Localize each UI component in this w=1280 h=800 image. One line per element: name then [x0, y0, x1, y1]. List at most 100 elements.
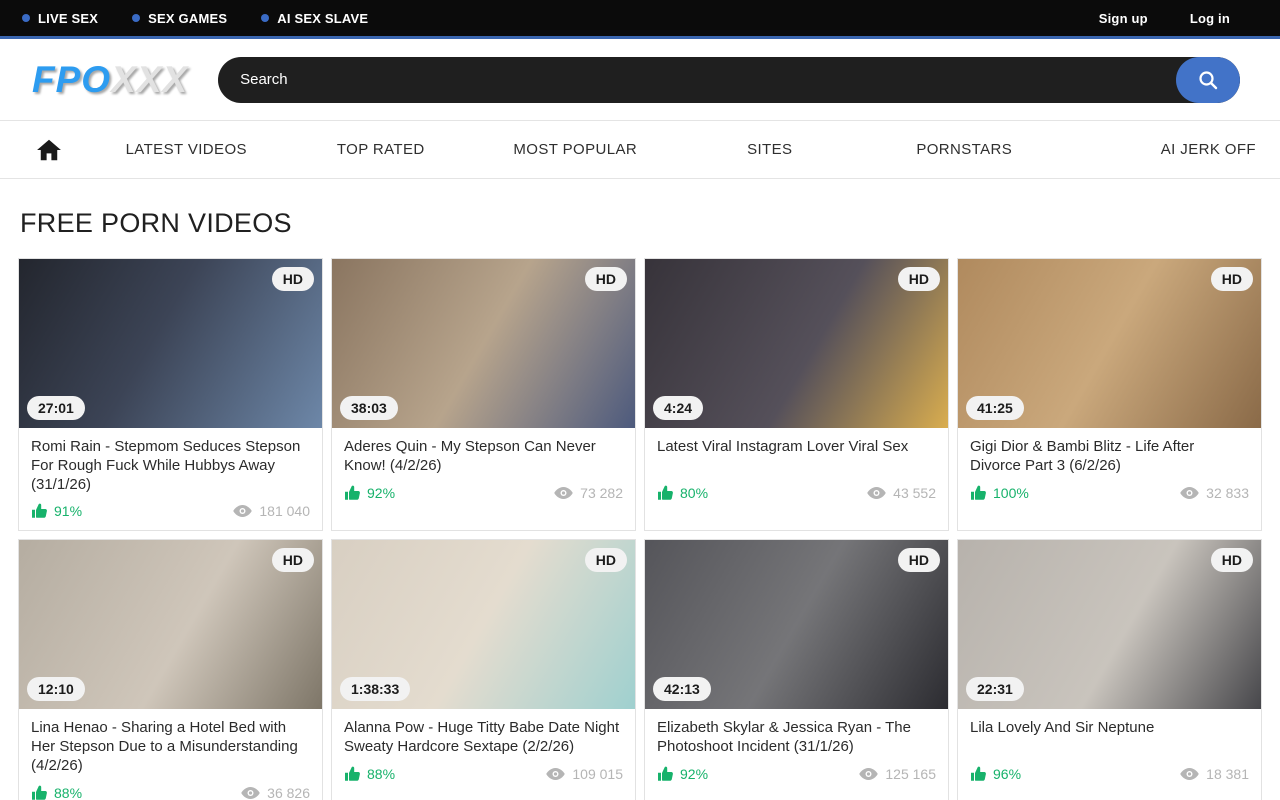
video-thumbnail[interactable]: HD 4:24 [645, 259, 948, 428]
video-thumbnail[interactable]: HD 22:31 [958, 540, 1261, 709]
eye-icon [241, 786, 260, 800]
views-value: 181 040 [259, 503, 310, 519]
rating-value: 92% [680, 766, 708, 782]
rating-badge: 96% [970, 766, 1021, 782]
video-card[interactable]: HD 1:38:33 Alanna Pow - Huge Titty Babe … [331, 539, 636, 800]
nav-item-latest-videos[interactable]: LATEST VIDEOS [89, 141, 284, 158]
video-title[interactable]: Lina Henao - Sharing a Hotel Bed with He… [31, 719, 310, 775]
eye-icon [1180, 767, 1199, 781]
rating-value: 91% [54, 503, 82, 519]
video-card[interactable]: HD 22:31 Lila Lovely And Sir Neptune 96% [957, 539, 1262, 800]
video-thumbnail[interactable]: HD 12:10 [19, 540, 322, 709]
site-logo[interactable]: FPOXXX [32, 59, 188, 101]
nav-item-sites[interactable]: SITES [673, 141, 868, 158]
views-counter: 181 040 [233, 503, 310, 519]
video-card[interactable]: HD 41:25 Gigi Dior & Bambi Blitz - Life … [957, 258, 1262, 531]
views-counter: 43 552 [867, 485, 936, 501]
video-thumbnail[interactable]: HD 1:38:33 [332, 540, 635, 709]
rating-value: 88% [54, 785, 82, 800]
video-grid: HD 27:01 Romi Rain - Stepmom Seduces Ste… [18, 258, 1262, 800]
video-title[interactable]: Lila Lovely And Sir Neptune [970, 719, 1249, 757]
views-value: 43 552 [893, 485, 936, 501]
video-title[interactable]: Romi Rain - Stepmom Seduces Stepson For … [31, 438, 310, 494]
search-bar [218, 57, 1240, 103]
video-card[interactable]: HD 12:10 Lina Henao - Sharing a Hotel Be… [18, 539, 323, 800]
promo-topbar: LIVE SEX SEX GAMES AI SEX SLAVE Sign up … [0, 0, 1280, 39]
video-stats: 92% 125 165 [657, 766, 936, 782]
rating-value: 92% [367, 485, 395, 501]
account-links: Sign up Log in [1099, 11, 1258, 26]
logo-text-fpo: FPO [32, 59, 111, 100]
bullet-dot-icon [22, 14, 30, 22]
video-thumbnail[interactable]: HD 42:13 [645, 540, 948, 709]
login-link[interactable]: Log in [1190, 11, 1230, 26]
thumbs-up-icon [970, 766, 987, 782]
video-stats: 88% 109 015 [344, 766, 623, 782]
video-card[interactable]: HD 42:13 Elizabeth Skylar & Jessica Ryan… [644, 539, 949, 800]
promo-link-label: AI SEX SLAVE [277, 11, 368, 26]
search-button[interactable] [1176, 57, 1240, 103]
video-card[interactable]: HD 27:01 Romi Rain - Stepmom Seduces Ste… [18, 258, 323, 531]
video-info: Romi Rain - Stepmom Seduces Stepson For … [19, 428, 322, 530]
video-thumbnail[interactable]: HD 41:25 [958, 259, 1261, 428]
views-value: 32 833 [1206, 485, 1249, 501]
eye-icon [867, 486, 886, 500]
eye-icon [546, 767, 565, 781]
promo-link-live-sex[interactable]: LIVE SEX [22, 11, 98, 26]
hd-badge: HD [898, 267, 940, 291]
hd-badge: HD [272, 548, 314, 572]
rating-badge: 100% [970, 485, 1029, 501]
video-info: Elizabeth Skylar & Jessica Ryan - The Ph… [645, 709, 948, 793]
rating-value: 88% [367, 766, 395, 782]
video-info: Gigi Dior & Bambi Blitz - Life After Div… [958, 428, 1261, 512]
thumbs-up-icon [344, 485, 361, 501]
rating-badge: 88% [344, 766, 395, 782]
video-info: Alanna Pow - Huge Titty Babe Date Night … [332, 709, 635, 793]
hd-badge: HD [898, 548, 940, 572]
signup-link[interactable]: Sign up [1099, 11, 1148, 26]
rating-badge: 80% [657, 485, 708, 501]
views-value: 73 282 [580, 485, 623, 501]
video-title[interactable]: Gigi Dior & Bambi Blitz - Life After Div… [970, 438, 1249, 476]
video-card[interactable]: HD 4:24 Latest Viral Instagram Lover Vir… [644, 258, 949, 531]
video-stats: 80% 43 552 [657, 485, 936, 501]
duration-badge: 4:24 [653, 396, 703, 420]
video-title[interactable]: Aderes Quin - My Stepson Can Never Know!… [344, 438, 623, 476]
promo-link-sex-games[interactable]: SEX GAMES [132, 11, 227, 26]
duration-badge: 12:10 [27, 677, 85, 701]
video-info: Lina Henao - Sharing a Hotel Bed with He… [19, 709, 322, 800]
duration-badge: 42:13 [653, 677, 711, 701]
rating-value: 96% [993, 766, 1021, 782]
rating-badge: 92% [344, 485, 395, 501]
eye-icon [554, 486, 573, 500]
video-thumbnail[interactable]: HD 27:01 [19, 259, 322, 428]
nav-item-top-rated[interactable]: TOP RATED [284, 141, 479, 158]
hd-badge: HD [272, 267, 314, 291]
views-counter: 18 381 [1180, 766, 1249, 782]
video-stats: 100% 32 833 [970, 485, 1249, 501]
video-thumbnail[interactable]: HD 38:03 [332, 259, 635, 428]
rating-badge: 88% [31, 785, 82, 800]
main-nav: LATEST VIDEOS TOP RATED MOST POPULAR SIT… [0, 120, 1280, 179]
video-info: Aderes Quin - My Stepson Can Never Know!… [332, 428, 635, 512]
views-counter: 109 015 [546, 766, 623, 782]
nav-item-pornstars[interactable]: PORNSTARS [867, 141, 1062, 158]
video-info: Lila Lovely And Sir Neptune 96% 18 381 [958, 709, 1261, 793]
video-title[interactable]: Latest Viral Instagram Lover Viral Sex [657, 438, 936, 476]
promo-links: LIVE SEX SEX GAMES AI SEX SLAVE [22, 11, 368, 26]
search-input[interactable] [218, 57, 1176, 103]
promo-link-label: SEX GAMES [148, 11, 227, 26]
nav-item-ai-jerk-off[interactable]: AI JERK OFF [1062, 141, 1257, 158]
video-title[interactable]: Elizabeth Skylar & Jessica Ryan - The Ph… [657, 719, 936, 757]
eye-icon [859, 767, 878, 781]
bullet-dot-icon [132, 14, 140, 22]
rating-badge: 92% [657, 766, 708, 782]
promo-link-ai-sex-slave[interactable]: AI SEX SLAVE [261, 11, 368, 26]
nav-item-most-popular[interactable]: MOST POPULAR [478, 141, 673, 158]
views-value: 36 826 [267, 785, 310, 800]
magnifier-icon [1197, 69, 1219, 91]
video-title[interactable]: Alanna Pow - Huge Titty Babe Date Night … [344, 719, 623, 757]
video-card[interactable]: HD 38:03 Aderes Quin - My Stepson Can Ne… [331, 258, 636, 531]
thumbs-up-icon [344, 766, 361, 782]
nav-home-button[interactable] [24, 138, 89, 162]
